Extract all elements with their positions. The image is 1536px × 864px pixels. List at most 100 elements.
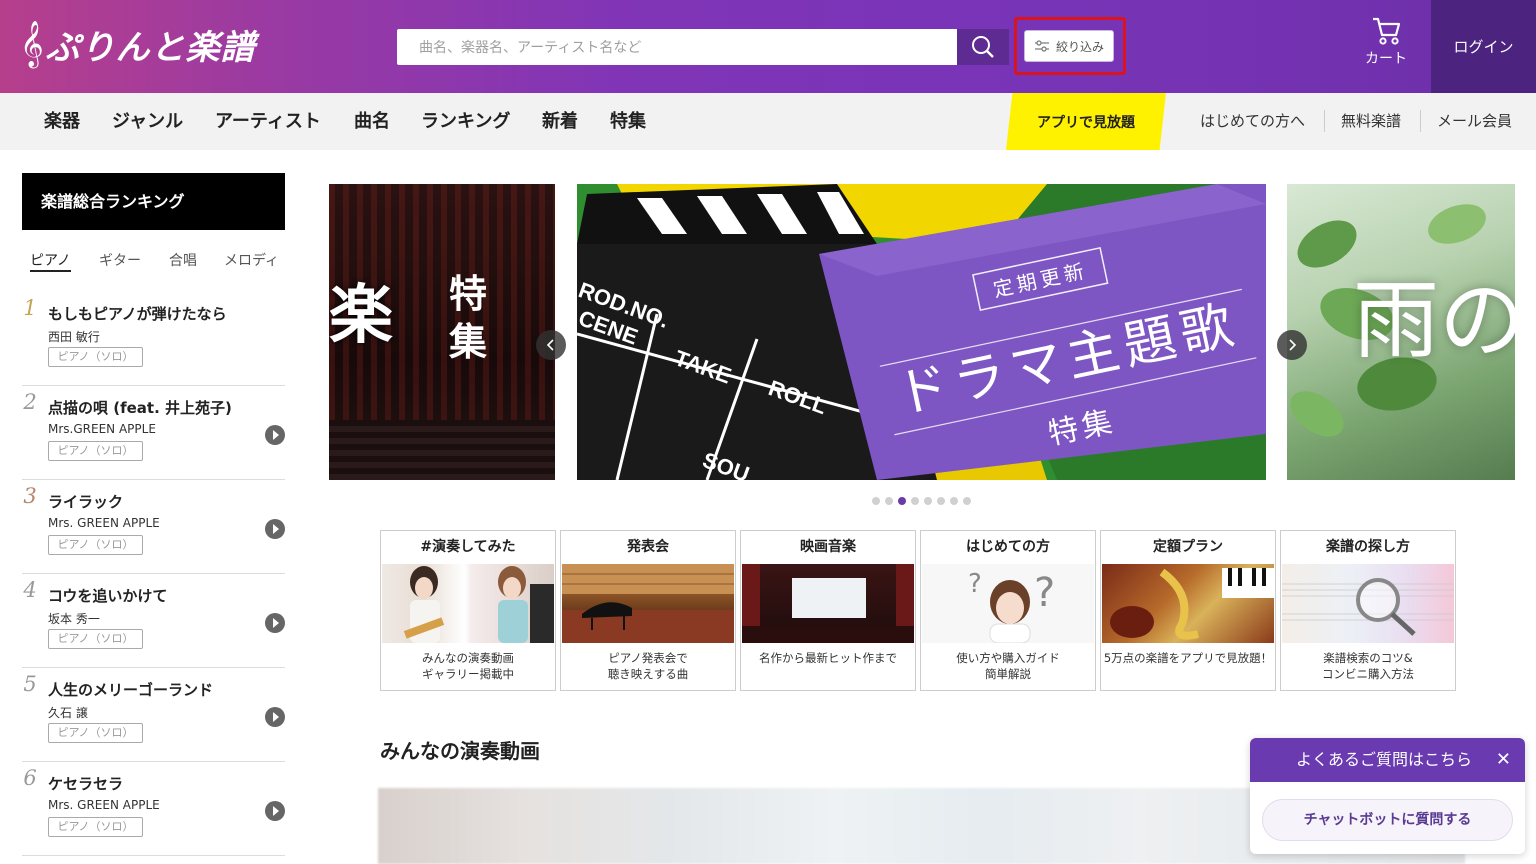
ranking-item[interactable]: 5 人生のメリーゴーランド 久石 譲 ピアノ（ソロ） [22, 668, 285, 762]
artist-name[interactable]: Mrs. GREEN APPLE [48, 798, 160, 812]
cart-icon [1373, 17, 1401, 45]
card-description: 楽譜検索のコツ& コンビニ購入方法 [1322, 651, 1414, 681]
site-header: 𝄞 ぷりんと楽譜 絞り込み カート ログイン [0, 0, 1536, 93]
song-title[interactable]: もしもピアノが弾けたなら [48, 303, 227, 324]
nav-instruments[interactable]: 楽器 [44, 93, 80, 150]
instrument-tag: ピアノ（ソロ） [48, 347, 143, 367]
carousel-dot[interactable] [872, 497, 880, 505]
app-unlimited-button[interactable]: アプリで見放題 [1006, 93, 1166, 150]
ranking-item[interactable]: 4 コウを追いかけて 坂本 秀一 ピアノ（ソロ） [22, 574, 285, 668]
artist-name[interactable]: 坂本 秀一 [48, 610, 100, 627]
carousel-dot[interactable] [885, 497, 893, 505]
card-title: はじめての方 [966, 539, 1050, 555]
card-title: 発表会 [627, 539, 669, 555]
song-title[interactable]: ライラック [48, 491, 123, 512]
chevron-left-icon [546, 339, 554, 351]
nav-song[interactable]: 曲名 [354, 93, 390, 150]
ranking-item[interactable]: 1 もしもピアノが弾けたなら 西田 敏行 ピアノ（ソロ） [22, 292, 285, 386]
artist-name[interactable]: 西田 敏行 [48, 328, 100, 345]
carousel-prev-button[interactable] [536, 330, 566, 360]
play-icon[interactable] [265, 707, 285, 727]
card-title: #演奏してみた [420, 539, 516, 555]
ranking-item[interactable]: 6 ケセラセラ Mrs. GREEN APPLE ピアノ（ソロ） [22, 762, 285, 856]
carousel-dot[interactable] [898, 497, 906, 505]
close-icon[interactable]: ✕ [1496, 738, 1511, 782]
ranking-tab-chorus[interactable]: 合唱 [169, 250, 197, 272]
carousel-slide-next[interactable]: 雨の [1287, 184, 1515, 480]
chat-header[interactable]: よくあるご質問はこちら ✕ [1250, 738, 1525, 782]
login-button[interactable]: ログイン [1431, 0, 1536, 93]
chat-widget: よくあるご質問はこちら ✕ チャットボットに質問する [1250, 738, 1525, 854]
rank-number: 4 [23, 578, 37, 602]
artist-name[interactable]: 久石 譲 [48, 704, 88, 721]
card-title: 楽譜の探し方 [1326, 539, 1410, 555]
carousel-slide-prev[interactable]: 楽 特集 [329, 184, 555, 480]
song-title[interactable]: 人生のメリーゴーランド [48, 679, 213, 700]
carousel-dot[interactable] [937, 497, 945, 505]
theater-seats-image [329, 420, 555, 480]
svg-text:?: ? [968, 569, 982, 599]
search-icon [972, 36, 994, 58]
section-title: みんなの演奏動画 [380, 739, 540, 763]
instrument-tag: ピアノ（ソロ） [48, 441, 143, 461]
nav-new[interactable]: 新着 [542, 93, 578, 150]
carousel-dot[interactable] [911, 497, 919, 505]
nav-first-time[interactable]: はじめての方へ [1200, 93, 1305, 150]
category-card-how-to-search[interactable]: 楽譜の探し方 楽譜検索のコツ& コンビニ購入方法 [1280, 530, 1456, 691]
instrument-tag: ピアノ（ソロ） [48, 723, 143, 743]
cart-button[interactable]: カート [1355, 16, 1417, 76]
play-icon[interactable] [265, 613, 285, 633]
chatbot-button[interactable]: チャットボットに質問する [1262, 799, 1513, 841]
ranking-tab-guitar[interactable]: ギター [99, 250, 141, 272]
drama-theme-banner: ROD.NO. CENE TAKE ROLL SOU 定期更新 ドラマ主題歌 特… [577, 184, 1266, 480]
artist-name[interactable]: Mrs.GREEN APPLE [48, 422, 156, 436]
treble-clef-icon: 𝄞 [20, 21, 44, 67]
play-icon[interactable] [265, 801, 285, 821]
song-title[interactable]: ケセラセラ [48, 773, 123, 794]
category-card-subscription[interactable]: 定額プラン 5万点の楽譜をアプリで見放題！ [1100, 530, 1276, 691]
category-card-recital[interactable]: 発表会 ピアノ発表会で 聴き映えする曲 [560, 530, 736, 691]
artist-name[interactable]: Mrs. GREEN APPLE [48, 516, 160, 530]
svg-text:?: ? [1034, 570, 1055, 616]
magnifier-score-image [1282, 564, 1454, 643]
movie-theater-image [742, 564, 914, 643]
song-title[interactable]: コウを追いかけて [48, 585, 167, 606]
ranking-tab-melody[interactable]: メロディ [224, 250, 279, 272]
card-description: みんなの演奏動画 ギャラリー掲載中 [422, 651, 514, 681]
category-card-beginners[interactable]: はじめての方 ? ? 使い方や購入ガイド 簡単解説 [920, 530, 1096, 691]
nav-free-scores[interactable]: 無料楽譜 [1341, 93, 1401, 150]
carousel-slide-current[interactable]: ROD.NO. CENE TAKE ROLL SOU 定期更新 ドラマ主題歌 特… [577, 184, 1266, 480]
site-logo[interactable]: 𝄞 ぷりんと楽譜 [20, 18, 256, 70]
sliders-icon [1034, 40, 1049, 52]
carousel-next-button[interactable] [1277, 330, 1307, 360]
chat-header-label: よくあるご質問はこちら [1296, 750, 1473, 769]
song-title[interactable]: 点描の唄 (feat. 井上苑子) [48, 397, 232, 418]
search-input[interactable] [397, 29, 957, 65]
nav-genre[interactable]: ジャンル [112, 93, 183, 150]
instrument-tag: ピアノ（ソロ） [48, 629, 143, 649]
card-description: ピアノ発表会で 聴き映えする曲 [607, 651, 689, 681]
ranking-item[interactable]: 3 ライラック Mrs. GREEN APPLE ピアノ（ソロ） [22, 480, 285, 574]
nav-ranking[interactable]: ランキング [421, 93, 510, 150]
card-description: 名作から最新ヒット作まで [759, 651, 897, 665]
ranking-tab-piano[interactable]: ピアノ [30, 250, 71, 272]
carousel-dot[interactable] [950, 497, 958, 505]
card-description: 5万点の楽譜をアプリで見放題！ [1103, 651, 1273, 665]
category-card-movie-music[interactable]: 映画音楽 名作から最新ヒット作まで [740, 530, 916, 691]
filter-button[interactable]: 絞り込み [1024, 30, 1114, 62]
carousel-dot[interactable] [963, 497, 971, 505]
instrument-tag: ピアノ（ソロ） [48, 817, 143, 837]
category-card-performance[interactable]: #演奏してみた みんなの演奏動画 ギャラリー掲載中 [380, 530, 556, 691]
filter-label: 絞り込み [1055, 39, 1104, 54]
play-icon[interactable] [265, 425, 285, 445]
nav-feature[interactable]: 特集 [610, 93, 646, 150]
nav-artist[interactable]: アーティスト [215, 93, 321, 150]
nav-mail-member[interactable]: メール会員 [1437, 93, 1512, 150]
carousel-dot[interactable] [924, 497, 932, 505]
ranking-item[interactable]: 2 点描の唄 (feat. 井上苑子) Mrs.GREEN APPLE ピアノ（… [22, 386, 285, 480]
nav-divider [1324, 110, 1325, 132]
slide-next-text: 雨の [1353, 271, 1515, 371]
play-icon[interactable] [265, 519, 285, 539]
instruments-image [1102, 564, 1274, 643]
search-button[interactable] [957, 29, 1009, 65]
